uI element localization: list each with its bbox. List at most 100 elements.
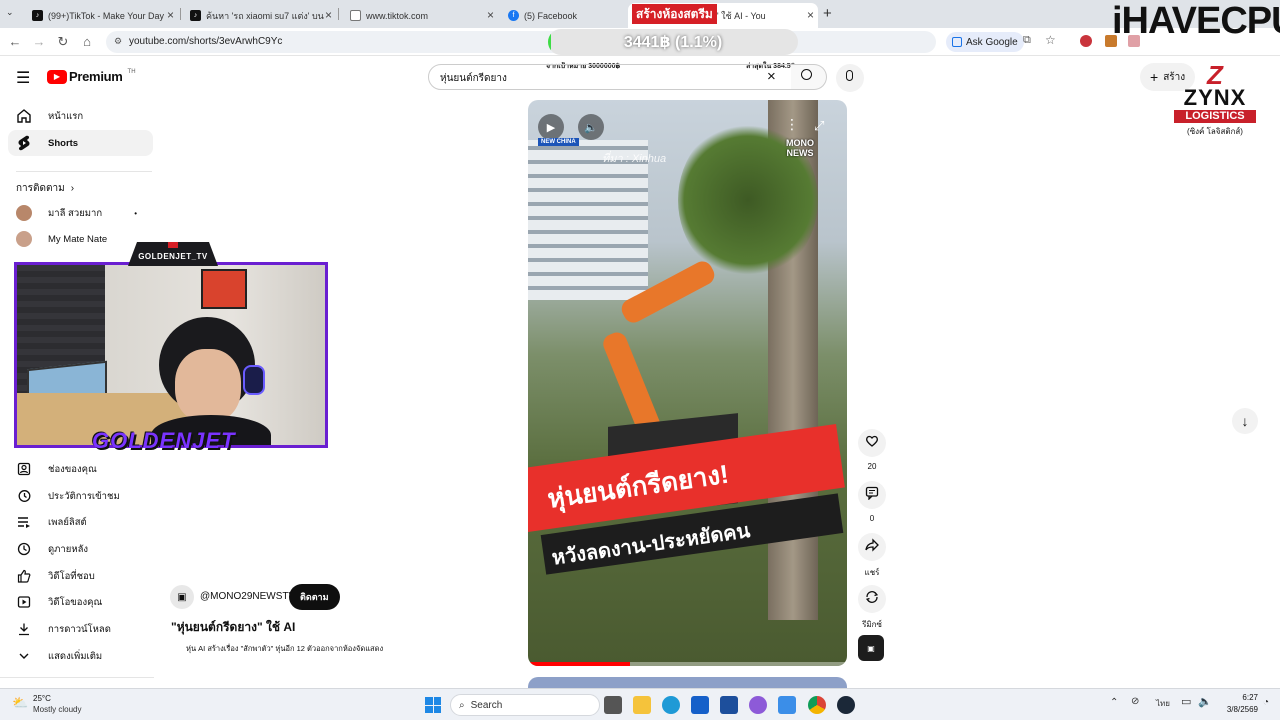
site-info-icon[interactable]: ⚙ <box>114 36 122 47</box>
sidebar-sub-item[interactable]: My Mate Nate <box>8 226 153 252</box>
home-icon <box>16 108 32 124</box>
search-button[interactable] <box>791 64 827 90</box>
tab-search-icon[interactable]: ⌄ <box>6 7 20 21</box>
like-count: 20 <box>867 462 877 471</box>
video-badge: NEW CHINA <box>538 138 579 146</box>
app-icon[interactable] <box>778 696 796 714</box>
sidebar-item-history[interactable]: ประวัติการเข้าชม <box>8 483 153 509</box>
globe-icon <box>350 10 361 21</box>
tab-tiktok-1[interactable]: ♪ (99+)TikTok - Make Your Day × <box>24 3 178 28</box>
chevron-up-icon[interactable]: ⌃ <box>1110 697 1118 708</box>
headphone-icon <box>243 365 265 395</box>
play-pause-button[interactable]: ▶ <box>538 114 564 140</box>
sidebar-sub-item[interactable]: มาลี สวยมาก • <box>8 200 153 226</box>
forward-arrow-icon[interactable]: → <box>31 34 47 49</box>
channel-avatar <box>16 231 32 247</box>
file-explorer-icon[interactable] <box>633 696 651 714</box>
notification-icon[interactable]: ◔ <box>1263 697 1269 708</box>
short-description[interactable]: หุ่น AI สร้างเรื่อง "สักพาตัว" หุ่นอีก 1… <box>186 643 383 655</box>
new-tab-button[interactable]: + <box>823 5 832 22</box>
share-button[interactable] <box>858 533 886 561</box>
address-bar[interactable]: ⚙ youtube.com/shorts/3evArwhC9Yc <box>106 31 936 53</box>
weather-desc: Mostly cloudy <box>33 705 82 714</box>
subscriptions-label: การติดตาม <box>16 183 65 194</box>
sidebar-label: ประวัติการเข้าชม <box>48 490 120 502</box>
language-indicator[interactable]: ไทย <box>1156 697 1170 710</box>
sidebar-item-your-channel[interactable]: ช่องของคุณ <box>8 456 153 482</box>
channel-handle[interactable]: @MONO29NEWSTV <box>200 591 295 602</box>
hamburger-menu-icon[interactable]: ☰ <box>16 68 30 88</box>
video-progress-fill <box>528 662 631 666</box>
app-icon[interactable] <box>720 696 738 714</box>
tab-divider <box>338 8 339 20</box>
ask-google-button[interactable]: Ask Google <box>946 32 1024 52</box>
tiktok-favicon-icon: ♪ <box>190 10 201 21</box>
sidebar-item-your-videos[interactable]: วิดีโอของคุณ <box>8 589 153 615</box>
sidebar-item-liked-videos[interactable]: วิดีโอที่ชอบ <box>8 563 153 589</box>
sidebar-item-downloads[interactable]: การดาวน์โหลด <box>8 616 153 642</box>
home-icon[interactable]: ⌂ <box>79 34 95 49</box>
taskbar-search[interactable]: ⌕ Search <box>450 694 600 716</box>
sidebar-item-playlists[interactable]: เพลย์ลิสต์ <box>8 509 153 535</box>
edge-icon[interactable] <box>662 696 680 714</box>
more-options-icon[interactable]: ⋮ <box>784 116 800 136</box>
url-text: youtube.com/shorts/3evArwhC9Yc <box>129 36 283 47</box>
fullscreen-icon[interactable]: ⤢ <box>814 118 824 134</box>
reload-icon[interactable]: ↻ <box>55 34 71 50</box>
sidebar-label: หน้าแรก <box>48 110 84 122</box>
bookmark-star-icon[interactable]: ☆ <box>1045 33 1056 47</box>
close-tab-icon[interactable]: × <box>807 8 814 22</box>
sidebar-label: Shorts <box>48 137 79 149</box>
clock-date[interactable]: 3/8/2569 <box>1212 705 1258 714</box>
extension-icon[interactable] <box>1080 35 1092 47</box>
sidebar-item-home[interactable]: หน้าแรก <box>8 103 153 129</box>
channel-avatar[interactable]: ▣ <box>170 585 194 609</box>
channel-avatar-button[interactable]: ▣ <box>858 635 884 661</box>
shorts-video-player[interactable]: ▶ 🔈 NEW CHINA ที่มา : Xinhua ⋮ ⤢ MONO NE… <box>528 100 847 666</box>
close-tab-icon[interactable]: × <box>487 8 494 22</box>
sidebar-label: วิดีโอของคุณ <box>48 596 103 608</box>
subscriptions-heading[interactable]: การติดตาม › <box>16 181 74 196</box>
comment-button[interactable] <box>858 481 886 509</box>
back-arrow-icon[interactable]: ← <box>7 34 23 49</box>
tab-tiktok-2[interactable]: ♪ ค้นหา 'รถ xiaomi su7 แต่ง' บน TikTok × <box>182 3 336 28</box>
sponsor-logo: Z ZYNX LOGISTICS (ซิงค์ โลจิสติกส์) <box>1170 62 1260 154</box>
tab-tiktok-3[interactable]: www.tiktok.com × <box>342 3 498 28</box>
install-app-icon[interactable]: ⧉ <box>1023 34 1031 47</box>
app-icon[interactable] <box>691 696 709 714</box>
video-progress-track[interactable] <box>528 662 847 666</box>
channel-avatar <box>16 205 32 221</box>
history-icon <box>16 488 32 504</box>
sidebar-item-show-more[interactable]: แสดงเพิ่มเติม <box>8 643 153 669</box>
steam-icon[interactable] <box>837 696 855 714</box>
subscribe-button[interactable]: ติดตาม <box>289 584 340 610</box>
voice-search-button[interactable] <box>836 64 864 92</box>
task-view-icon[interactable] <box>604 696 622 714</box>
windows-start-icon[interactable] <box>425 697 441 713</box>
network-icon[interactable]: ⊘ <box>1131 696 1139 707</box>
webcam-nameplate-bg: GOLDENJET_TV <box>128 242 218 266</box>
monitor-icon[interactable]: ▭ <box>1181 695 1191 708</box>
close-tab-icon[interactable]: × <box>167 8 174 22</box>
weather-icon[interactable]: ⛅ <box>12 695 28 711</box>
clear-search-icon[interactable]: × <box>767 68 776 85</box>
close-tab-icon[interactable]: × <box>325 8 332 22</box>
app-icon[interactable] <box>749 696 767 714</box>
sidebar-item-shorts[interactable]: Shorts <box>8 130 153 156</box>
tab-facebook[interactable]: f (5) Facebook <box>500 3 624 28</box>
sidebar-label: เพลย์ลิสต์ <box>48 516 87 528</box>
clock-time[interactable]: 6:27 <box>1218 693 1258 702</box>
sidebar-item-watch-later[interactable]: ดูภายหลัง <box>8 536 153 562</box>
webcam-logo: GOLDENJET <box>92 428 236 453</box>
remix-button[interactable] <box>858 585 886 613</box>
search-input[interactable]: หุ่นยนต์กรีดยาง × <box>428 64 792 90</box>
youtube-logo[interactable]: ▶ Premium TH <box>47 69 136 84</box>
logo-region: TH <box>127 68 136 75</box>
like-button[interactable] <box>858 429 886 457</box>
speaker-icon[interactable]: 🔈 <box>1198 695 1212 708</box>
volume-icon[interactable]: 🔈 <box>578 114 604 140</box>
next-short-button[interactable]: ↓ <box>1232 408 1258 434</box>
sponsor-thai: (ซิงค์ โลจิสติกส์) <box>1187 127 1243 136</box>
chrome-icon[interactable] <box>808 696 826 714</box>
live-indicator <box>168 242 178 248</box>
